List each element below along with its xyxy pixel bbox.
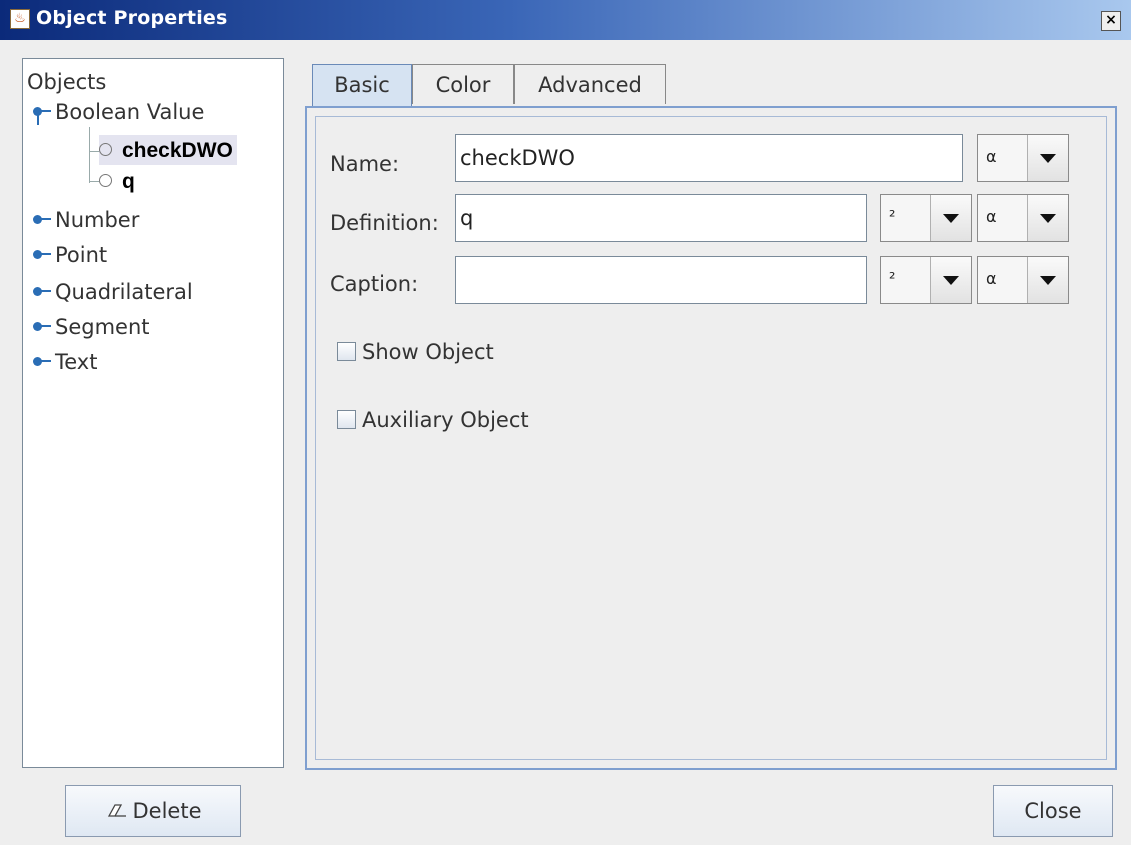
title-bar: ♨ Object Properties × [0,0,1131,40]
tree-guide-line [89,181,99,182]
delete-button[interactable]: Delete [65,785,241,837]
name-field[interactable]: checkDWO [455,134,963,182]
name-label: Name: [330,152,400,176]
alpha-symbol: α [986,269,997,288]
delete-button-label: Delete [132,799,202,823]
tree-root[interactable]: Objects [27,67,106,97]
tab-basic[interactable]: Basic [312,64,412,108]
alpha-symbol: α [986,207,997,226]
collapsed-handle-icon[interactable] [33,312,55,342]
object-circle-icon [99,173,112,187]
java-icon: ♨ [10,9,30,29]
definition-alpha-combo[interactable]: α [977,194,1069,242]
object-tree[interactable]: Objects Boolean Value checkDWO q Number … [22,58,284,768]
chevron-down-icon[interactable] [1027,195,1068,241]
window-title: Object Properties [36,7,228,29]
superscript-symbol: ² [889,269,896,288]
checkbox-box[interactable] [337,409,356,429]
superscript-symbol: ² [889,207,896,226]
object-circle-icon [99,142,112,156]
definition-label: Definition: [330,211,439,235]
close-button[interactable]: Close [993,785,1113,837]
auxiliary-object-checkbox[interactable]: Auxiliary Object [337,408,529,432]
expanded-handle-icon[interactable] [33,97,55,127]
show-object-label: Show Object [362,340,494,364]
collapsed-handle-icon[interactable] [33,240,55,270]
alpha-symbol: α [986,147,997,166]
close-window-button[interactable]: × [1101,11,1121,31]
tree-group-label: Quadrilateral [55,280,193,304]
show-object-checkbox[interactable]: Show Object [337,340,494,364]
name-alpha-combo[interactable]: α [977,134,1069,182]
collapsed-handle-icon[interactable] [33,205,55,235]
tree-item-q[interactable]: q [99,166,135,196]
tree-group-label: Point [55,243,108,267]
definition-field[interactable]: q [455,194,867,242]
tree-group-label: Number [55,208,140,232]
collapsed-handle-icon[interactable] [33,277,55,307]
caption-superscript-combo[interactable]: ² [880,256,972,304]
caption-alpha-combo[interactable]: α [977,256,1069,304]
tree-group-label: Text [55,350,98,374]
chevron-down-icon[interactable] [930,195,971,241]
tree-group-number[interactable]: Number [33,205,139,235]
chevron-down-icon[interactable] [930,257,971,303]
chevron-down-icon[interactable] [1027,135,1068,181]
collapsed-handle-icon[interactable] [33,347,55,377]
caption-field[interactable] [455,256,867,304]
caption-label: Caption: [330,272,419,296]
tree-group-quadrilateral[interactable]: Quadrilateral [33,277,193,307]
checkbox-box[interactable] [337,341,356,361]
tree-item-checkdwo[interactable]: checkDWO [99,135,237,165]
tree-guide-line [89,127,90,183]
tab-color[interactable]: Color [412,64,514,104]
tree-group-segment[interactable]: Segment [33,312,150,342]
chevron-down-icon[interactable] [1027,257,1068,303]
tree-group-label: Boolean Value [55,100,205,124]
tree-group-text[interactable]: Text [33,347,97,377]
eraser-icon [107,804,126,817]
tab-advanced[interactable]: Advanced [514,64,666,104]
auxiliary-object-label: Auxiliary Object [362,408,529,432]
tree-guide-line [89,151,99,152]
definition-superscript-combo[interactable]: ² [880,194,972,242]
tree-group-boolean-value[interactable]: Boolean Value [33,97,204,127]
tree-group-point[interactable]: Point [33,240,107,270]
tree-group-label: Segment [55,315,150,339]
